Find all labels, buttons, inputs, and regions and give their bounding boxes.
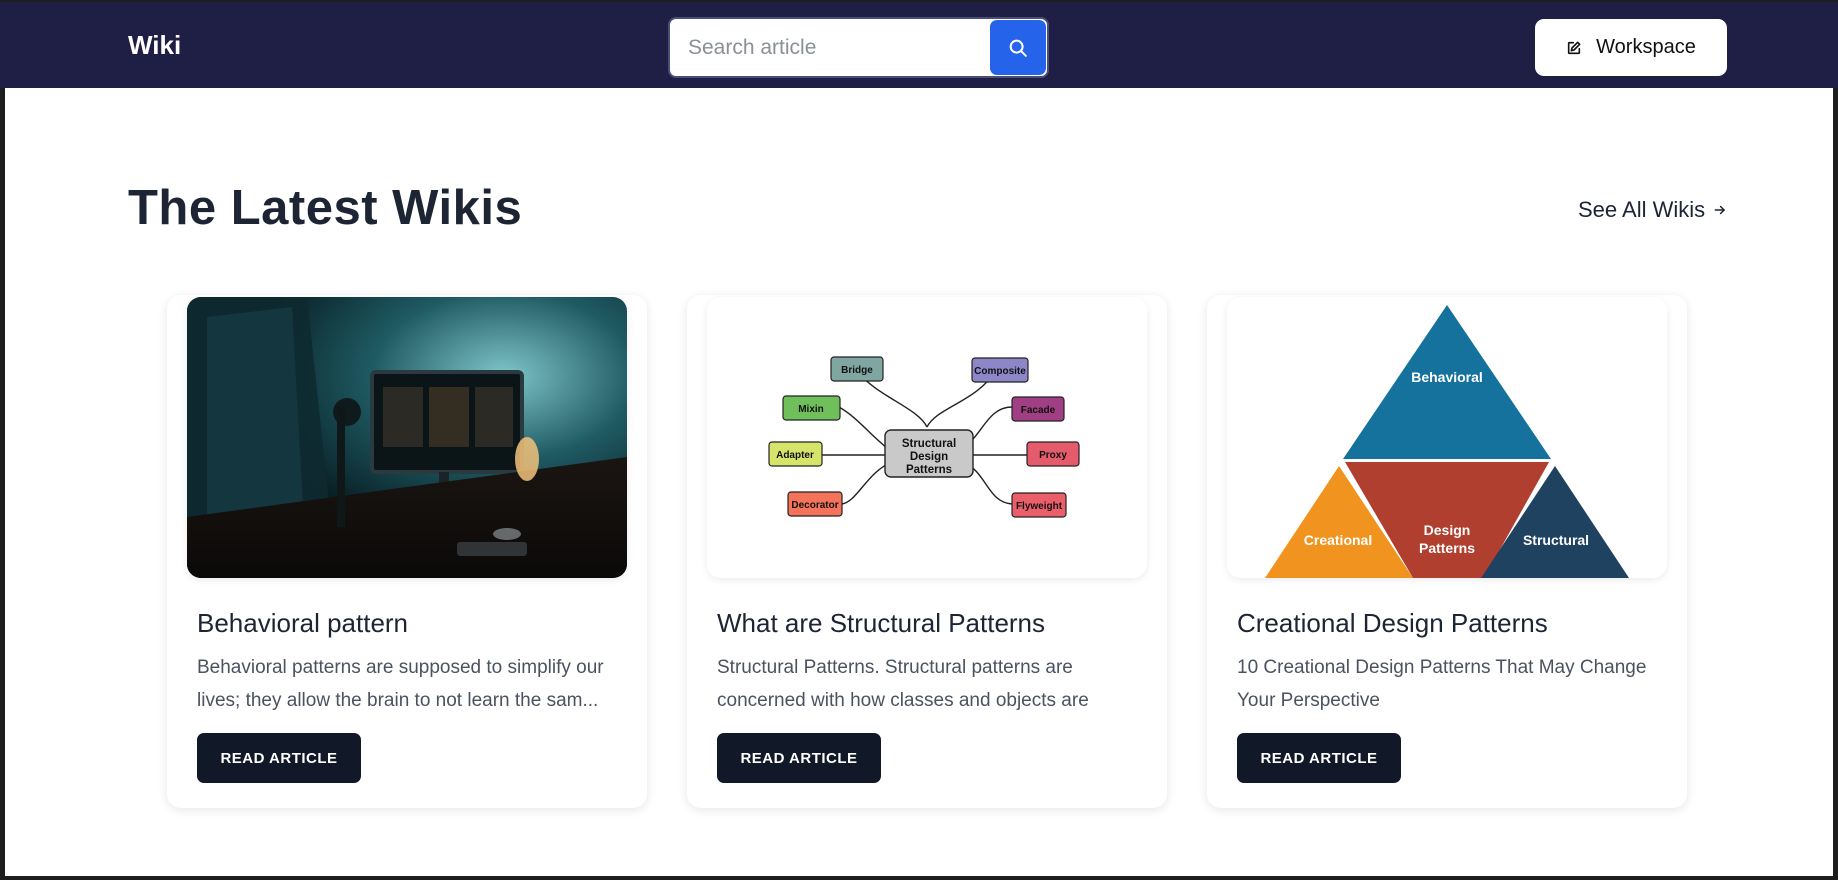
wiki-card: Structural Design Patterns Bridge Compos… (687, 295, 1167, 808)
search-icon (1009, 39, 1027, 57)
card-image-structural-diagram[interactable]: Structural Design Patterns Bridge Compos… (707, 297, 1147, 578)
section-title: The Latest Wikis (128, 181, 523, 235)
card-description: Behavioral patterns are supposed to simp… (197, 657, 604, 711)
search-bar (668, 17, 1049, 78)
svg-text:Patterns: Patterns (1419, 540, 1475, 556)
svg-text:Design: Design (910, 451, 948, 463)
pyramid-label-middle: Design (1424, 522, 1471, 538)
edit-icon (1568, 41, 1581, 54)
arrow-right-icon (1714, 205, 1725, 215)
wiki-card: Behavioral pattern Behavioral patterns a… (167, 295, 647, 808)
see-all-label: See All Wikis (1578, 197, 1706, 222)
diagram-node: Adapter (776, 450, 814, 461)
diagram-node: Proxy (1039, 450, 1067, 461)
search-input[interactable] (688, 31, 988, 65)
card-description: 10 Creational Design Patterns That May C… (1237, 657, 1647, 711)
pyramid-label-left: Creational (1304, 532, 1372, 548)
diagram-node: Mixin (798, 404, 824, 415)
card-title[interactable]: What are Structural Patterns (717, 608, 1045, 639)
card-description: Structural Patterns. Structural patterns… (717, 657, 1089, 711)
read-article-button[interactable]: READ ARTICLE (717, 733, 881, 783)
read-article-button[interactable]: READ ARTICLE (1237, 733, 1401, 783)
diagram-node: Composite (974, 366, 1026, 377)
svg-text:Patterns: Patterns (906, 464, 952, 476)
diagram-node: Flyweight (1016, 501, 1063, 512)
card-image-design-patterns-pyramid[interactable]: Behavioral Creational Design Patterns St… (1227, 297, 1667, 578)
wiki-card: Behavioral Creational Design Patterns St… (1207, 295, 1687, 808)
card-title[interactable]: Creational Design Patterns (1237, 608, 1548, 639)
card-title[interactable]: Behavioral pattern (197, 608, 408, 639)
search-button[interactable] (990, 20, 1046, 75)
read-article-button[interactable]: READ ARTICLE (197, 733, 361, 783)
diagram-node: Decorator (791, 500, 838, 511)
pyramid-label-right: Structural (1523, 532, 1589, 548)
workspace-label: Workspace (1596, 36, 1696, 58)
diagram-node: Bridge (841, 365, 873, 376)
see-all-wikis-link[interactable]: See All Wikis (1578, 197, 1727, 223)
diagram-center-label: Structural (902, 438, 956, 450)
diagram-node: Facade (1021, 405, 1056, 416)
workspace-button[interactable]: Workspace (1535, 19, 1727, 76)
pyramid-label-top: Behavioral (1411, 369, 1483, 385)
card-image-desk-setup[interactable] (187, 297, 627, 578)
brand-logo[interactable]: Wiki (128, 30, 181, 61)
top-navbar: Wiki Workspace (0, 0, 1838, 88)
